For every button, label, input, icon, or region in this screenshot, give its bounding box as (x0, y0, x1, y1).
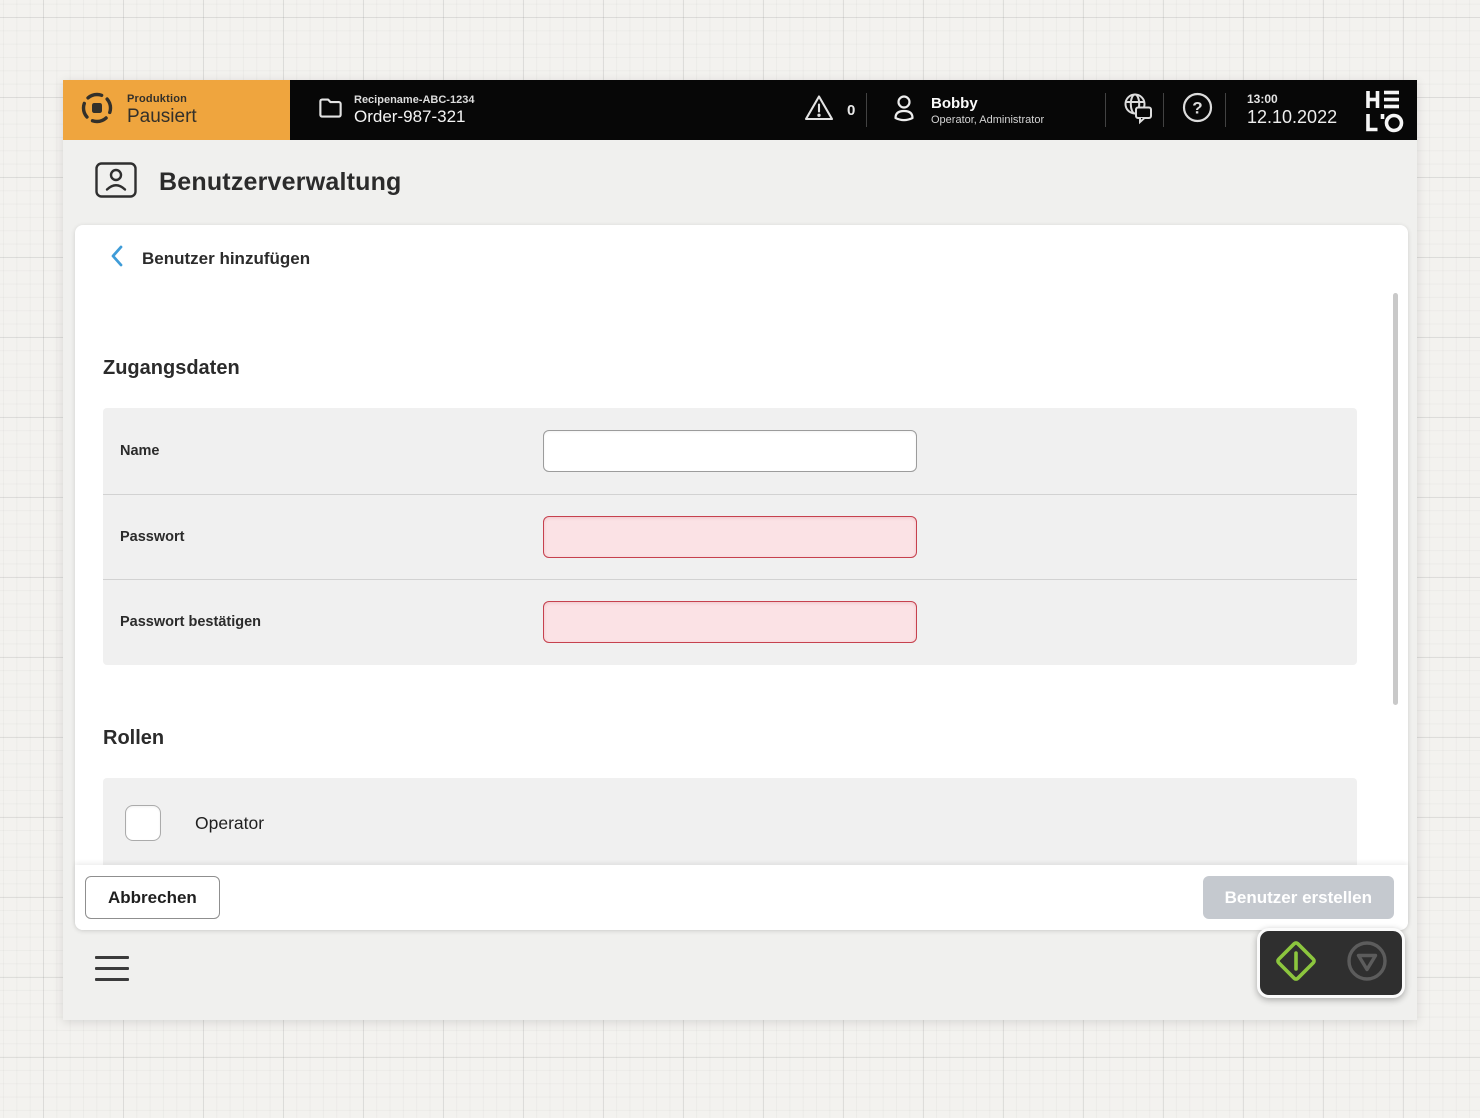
folder-icon (317, 94, 344, 126)
credentials-panel: Name Passwort Passwort bestätigen (103, 408, 1357, 665)
helio-logo (1361, 88, 1405, 139)
password-field-row: Passwort (103, 494, 1357, 580)
operator-checkbox[interactable] (125, 805, 161, 841)
clock-date: 12.10.2022 (1247, 107, 1337, 128)
alarm-counter[interactable]: 0 (803, 80, 855, 140)
alarm-count: 0 (847, 102, 855, 119)
credentials-section-title: Zugangsdaten (103, 357, 240, 380)
recipe-order-block[interactable]: Recipename-ABC-1234 Order-987-321 (317, 80, 474, 140)
order-number: Order-987-321 (354, 107, 474, 127)
card-scrollbar[interactable] (1393, 293, 1398, 705)
password-confirm-input[interactable] (543, 601, 917, 643)
password-field-label: Passwort (120, 529, 184, 545)
user-account-block[interactable]: Bobby Operator, Administrator (889, 80, 1044, 140)
add-user-card: Benutzer hinzufügen Zugangsdaten Name Pa… (75, 225, 1408, 930)
card-footer: Abbrechen Benutzer erstellen (75, 865, 1408, 930)
stop-icon[interactable] (1344, 938, 1390, 989)
help-button[interactable]: ? (1171, 80, 1223, 140)
cancel-button[interactable]: Abbrechen (85, 876, 220, 919)
create-user-button[interactable]: Benutzer erstellen (1203, 876, 1394, 919)
production-state: Pausiert (127, 106, 197, 128)
password-input[interactable] (543, 516, 917, 558)
bottom-bar (63, 930, 1417, 1020)
name-field-label: Name (120, 443, 160, 459)
name-field-row: Name (103, 408, 1357, 494)
roles-section-title: Rollen (103, 727, 164, 750)
back-label: Benutzer hinzufügen (142, 249, 310, 269)
topbar-divider (866, 93, 867, 127)
start-icon[interactable] (1272, 937, 1320, 990)
warning-icon (803, 93, 835, 128)
topbar-divider (1163, 93, 1164, 127)
language-globe-icon (1120, 91, 1156, 130)
page-title: Benutzerverwaltung (159, 168, 402, 197)
topbar-divider (1225, 93, 1226, 127)
roles-panel: Operator (103, 778, 1357, 868)
password-confirm-field-label: Passwort bestätigen (120, 614, 261, 630)
role-operator-row: Operator (125, 805, 264, 841)
back-chevron-icon (110, 245, 124, 272)
user-roles: Operator, Administrator (931, 114, 1044, 126)
user-icon (889, 92, 919, 129)
password-confirm-field-row: Passwort bestätigen (103, 579, 1357, 665)
production-label: Produktion (127, 93, 197, 105)
menu-hamburger-icon[interactable] (95, 956, 129, 989)
recipe-name: Recipename-ABC-1234 (354, 94, 474, 106)
help-icon: ? (1181, 91, 1214, 129)
operator-checkbox-label: Operator (195, 813, 264, 834)
machine-run-controls (1257, 928, 1405, 998)
topbar-divider (1105, 93, 1106, 127)
production-status-badge[interactable]: Produktion Pausiert (63, 80, 290, 140)
language-button[interactable] (1113, 80, 1163, 140)
top-status-bar: Produktion Pausiert Recipename-ABC-1234 … (63, 80, 1417, 140)
name-input[interactable] (543, 430, 917, 472)
back-navigation[interactable]: Benutzer hinzufügen (110, 245, 310, 272)
page-header: Benutzerverwaltung (63, 140, 1417, 225)
datetime-display: 13:00 12.10.2022 (1247, 80, 1337, 140)
svg-text:?: ? (1192, 99, 1202, 118)
clock-time: 13:00 (1247, 92, 1337, 106)
user-name: Bobby (931, 95, 1044, 112)
production-pause-icon (79, 90, 115, 131)
user-management-icon (95, 162, 137, 203)
app-window: Produktion Pausiert Recipename-ABC-1234 … (63, 80, 1417, 1020)
